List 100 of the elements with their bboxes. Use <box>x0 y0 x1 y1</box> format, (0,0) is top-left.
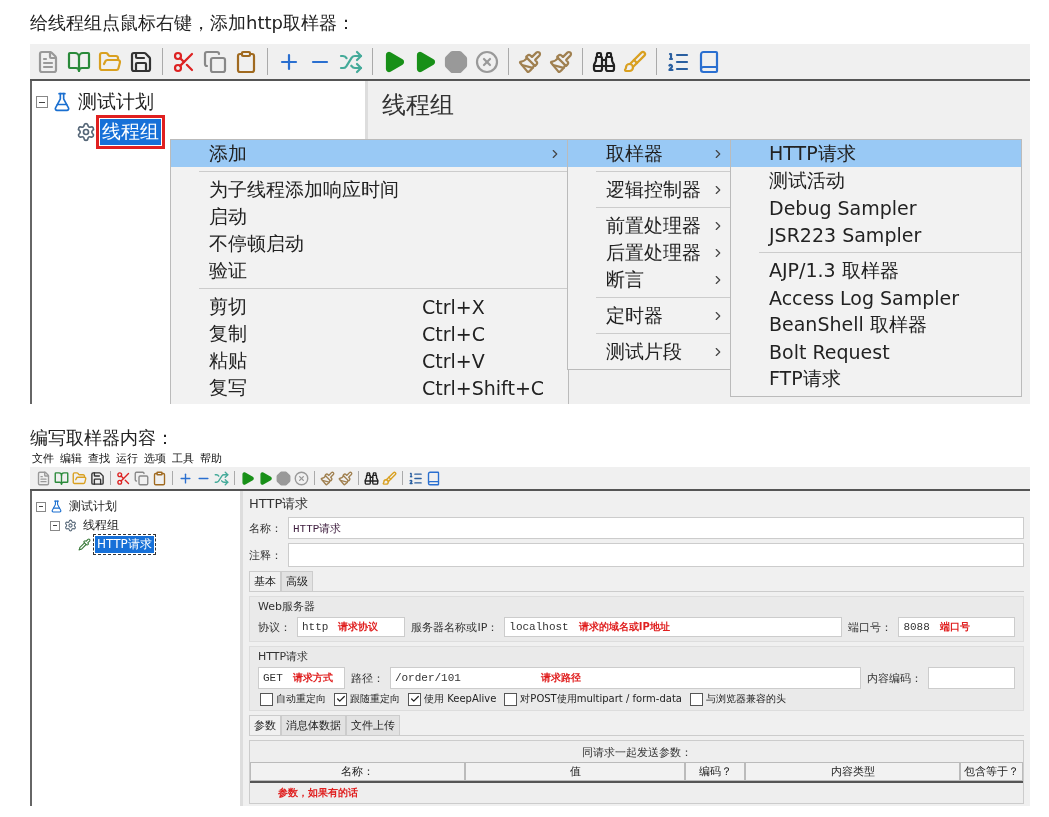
menu-item[interactable]: 测试活动 <box>731 167 1021 194</box>
menu-item[interactable]: 帮助 <box>200 451 222 466</box>
tab[interactable]: 消息体数据 <box>281 715 346 735</box>
tree-item[interactable]: 线程组 <box>81 517 121 534</box>
menu-item[interactable]: 运行 <box>116 451 138 466</box>
paintbrush-icon[interactable] <box>320 470 335 486</box>
book-icon[interactable] <box>697 49 721 74</box>
menu-item[interactable]: 取样器 <box>568 140 731 167</box>
encoding-field[interactable] <box>928 667 1015 689</box>
stop-icon[interactable] <box>276 470 291 486</box>
list-icon[interactable] <box>408 470 423 486</box>
tab[interactable]: 文件上传 <box>346 715 400 735</box>
text-field[interactable]: http 请求协议 <box>297 617 406 637</box>
scissors-icon[interactable] <box>116 470 131 486</box>
circle-x-icon[interactable] <box>475 49 499 74</box>
document-icon[interactable] <box>36 470 51 486</box>
menu-item[interactable]: Bolt Request <box>731 338 1021 365</box>
text-field[interactable]: 8088 端口号 <box>898 617 1015 637</box>
document-icon[interactable] <box>36 49 60 74</box>
copy-icon[interactable] <box>203 49 227 74</box>
shuffle-icon[interactable] <box>339 49 363 74</box>
column-header: 包含等于？ <box>960 762 1023 781</box>
tab[interactable]: 参数 <box>249 715 281 735</box>
checkbox[interactable] <box>334 692 347 706</box>
tab[interactable]: 基本 <box>249 571 281 591</box>
comment-field[interactable] <box>288 543 1024 567</box>
tree-item[interactable]: 测试计划 <box>67 498 119 515</box>
checkbox[interactable] <box>689 692 703 706</box>
gear-icon <box>76 122 96 142</box>
menu-item[interactable]: 为子线程添加响应时间 <box>171 176 568 203</box>
tree-item[interactable]: 测试计划 <box>76 89 156 115</box>
checkbox-option[interactable]: 与浏览器兼容的头 <box>689 692 786 706</box>
menu-item[interactable]: 粘贴 Ctrl+V <box>171 347 568 374</box>
book-icon[interactable] <box>67 49 91 74</box>
menu-item[interactable]: 前置处理器 <box>568 212 731 239</box>
menu-item[interactable]: 不停顿启动 <box>171 230 568 257</box>
tab[interactable]: 高级 <box>281 571 313 591</box>
menu-item[interactable]: HTTP请求 <box>731 140 1021 167</box>
clipboard-icon[interactable] <box>234 49 258 74</box>
menu-item[interactable]: 复写 Ctrl+Shift+C <box>171 374 568 401</box>
checkbox[interactable] <box>408 692 421 706</box>
checkbox-option[interactable]: 自动重定向 <box>260 692 326 706</box>
menu-item[interactable]: 断言 <box>568 266 731 293</box>
scissors-icon[interactable] <box>172 49 196 74</box>
book-icon[interactable] <box>54 470 69 486</box>
path-field[interactable]: /order/101 请求路径 <box>389 667 862 689</box>
menu-item[interactable]: 验证 <box>171 257 568 284</box>
brush-icon[interactable] <box>623 49 647 74</box>
save-icon[interactable] <box>90 470 105 486</box>
menu-item[interactable]: 定时器 <box>568 302 731 329</box>
method-dropdown[interactable]: GET 请求方式 <box>258 667 345 689</box>
menu-item[interactable]: 查找 <box>88 451 110 466</box>
circle-x-icon[interactable] <box>294 470 309 486</box>
menu-item[interactable]: 启动 <box>171 203 568 230</box>
checkbox-option[interactable]: 跟随重定向 <box>334 692 400 706</box>
plus-icon[interactable] <box>178 470 193 486</box>
stop-icon[interactable] <box>444 49 468 74</box>
menu-item[interactable]: AJP/1.3 取样器 <box>731 257 1021 284</box>
section-heading: 编写取样器内容： <box>30 426 175 450</box>
paintbrush-icon[interactable] <box>338 470 353 486</box>
text-field[interactable]: localhost 请求的域名或IP地址 <box>504 617 843 637</box>
collapse-toggle-icon[interactable] <box>36 501 46 512</box>
paintbrush-icon[interactable] <box>549 49 573 74</box>
menu-item[interactable]: JSR223 Sampler <box>731 221 1021 248</box>
shuffle-icon[interactable] <box>214 470 229 486</box>
book-icon[interactable] <box>426 470 441 486</box>
clipboard-icon[interactable] <box>152 470 167 486</box>
menu-item[interactable]: 工具 <box>172 451 194 466</box>
checkbox[interactable] <box>260 692 273 706</box>
collapse-toggle-icon[interactable] <box>36 96 48 108</box>
menu-item[interactable]: 复制 Ctrl+C <box>171 320 568 347</box>
menu-item[interactable]: 逻辑控制器 <box>568 176 731 203</box>
paintbrush-icon[interactable] <box>518 49 542 74</box>
menu-item[interactable]: Access Log Sampler <box>731 284 1021 311</box>
checkbox-option[interactable]: 对POST使用multipart / form-data <box>504 692 682 706</box>
section-heading: 给线程组点鼠标右键，添加http取样器： <box>30 11 356 35</box>
menu-item[interactable]: FTP请求 <box>731 365 1021 392</box>
menu-item[interactable]: 选项 <box>144 451 166 466</box>
name-field[interactable]: HTTP请求 <box>288 517 1024 539</box>
play-icon[interactable] <box>258 470 273 486</box>
field-label: 名称： <box>249 520 282 536</box>
menu-item[interactable]: Debug Sampler <box>731 194 1021 221</box>
annotation: 请求方式 <box>292 671 333 685</box>
binoculars-icon[interactable] <box>592 49 616 74</box>
copy-icon[interactable] <box>134 470 149 486</box>
menu-item[interactable]: 测试片段 <box>568 338 731 365</box>
play-icon[interactable] <box>240 470 255 486</box>
folder-icon[interactable] <box>98 49 122 74</box>
menu-item[interactable]: BeanShell 取样器 <box>731 311 1021 338</box>
binoculars-icon[interactable] <box>364 470 379 486</box>
save-icon[interactable] <box>129 49 153 74</box>
menu-item[interactable]: 编辑 <box>60 451 82 466</box>
menu-item[interactable]: 后置处理器 <box>568 239 731 266</box>
menu-item[interactable]: 添加 <box>171 140 568 167</box>
checkbox[interactable] <box>504 692 518 706</box>
menu-item[interactable]: 文件 <box>32 451 54 466</box>
collapse-toggle-icon[interactable] <box>50 520 60 531</box>
checkbox-option[interactable]: 使用 KeepAlive <box>408 692 497 706</box>
tree-item[interactable]: HTTP请求 <box>95 536 154 553</box>
menu-item[interactable]: 剪切 Ctrl+X <box>171 293 568 320</box>
